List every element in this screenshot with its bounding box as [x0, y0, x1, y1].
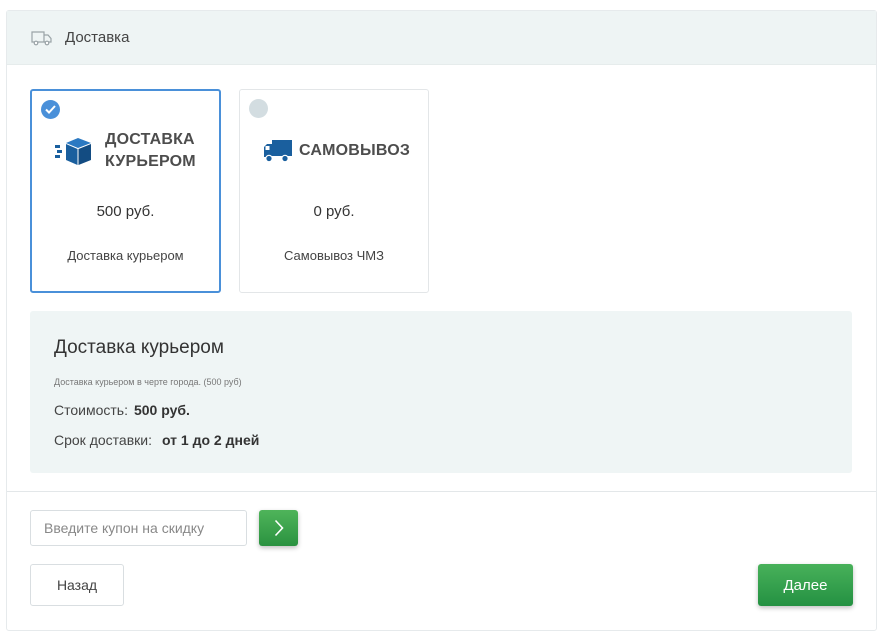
option-price: 500 руб. — [96, 203, 155, 220]
next-button[interactable]: Далее — [758, 564, 853, 606]
courier-logo-line2: КУРЬЕРОМ — [105, 153, 196, 170]
delivery-truck-icon — [263, 139, 293, 163]
details-title: Доставка курьером — [54, 337, 224, 358]
option-name: Самовывоз ЧМЗ — [284, 248, 384, 263]
courier-logo: ДОСТАВКА КУРЬЕРОМ — [55, 129, 196, 173]
back-button[interactable]: Назад — [30, 564, 124, 606]
cost-row: Стоимость: 500 руб. — [54, 402, 190, 418]
term-label: Срок доставки: — [54, 432, 152, 448]
chevron-right-icon — [274, 519, 284, 537]
pickup-logo: САМОВЫВОЗ — [263, 139, 410, 163]
panel-title: Доставка — [65, 29, 130, 46]
delivery-option-pickup[interactable]: САМОВЫВОЗ 0 руб. Самовывоз ЧМЗ — [239, 89, 429, 293]
delivery-details: Доставка курьером Доставка курьером в че… — [30, 311, 852, 473]
apply-coupon-button[interactable] — [259, 510, 298, 546]
box-icon — [55, 136, 93, 166]
term-value: от 1 до 2 дней — [161, 432, 260, 448]
coupon-input[interactable] — [30, 510, 247, 546]
term-row: Срок доставки: от 1 до 2 дней — [54, 432, 259, 448]
delivery-option-courier[interactable]: ДОСТАВКА КУРЬЕРОМ 500 руб. Доставка курь… — [30, 89, 221, 293]
option-price: 0 руб. — [313, 203, 355, 220]
panel-header: Доставка — [7, 11, 876, 65]
courier-logo-line1: ДОСТАВКА — [105, 131, 195, 148]
truck-icon — [31, 30, 52, 46]
cost-value: 500 руб. — [133, 402, 190, 418]
pickup-logo-text: САМОВЫВОЗ — [299, 142, 411, 159]
divider — [7, 491, 876, 492]
radio-checked-icon[interactable] — [41, 100, 60, 119]
radio-unchecked-icon[interactable] — [249, 99, 268, 118]
cost-label: Стоимость: — [54, 402, 128, 418]
option-name: Доставка курьером — [67, 248, 184, 263]
details-description: Доставка курьером в черте города. (500 р… — [54, 377, 242, 387]
